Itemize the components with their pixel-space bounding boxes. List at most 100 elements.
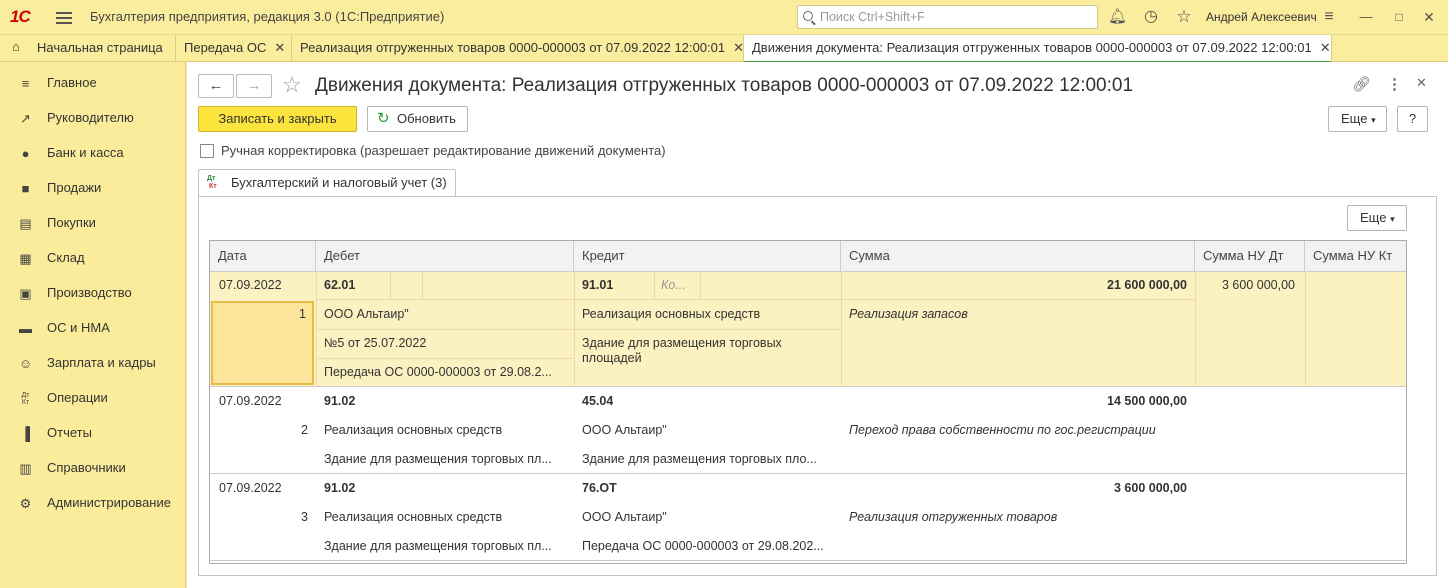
sidebar-item-label: Справочники xyxy=(47,460,126,475)
cell-sum: 21 600 000,00 xyxy=(1107,278,1187,292)
tab-label: Движения документа: Реализация отгруженн… xyxy=(752,40,1312,55)
sidebar-item-purchases[interactable]: ▤ Покупки xyxy=(0,207,186,242)
cell-debit-account: 91.02 xyxy=(324,394,356,408)
warehouse-icon: ▦ xyxy=(19,251,32,266)
favorite-star-icon[interactable]: ☆ xyxy=(282,72,302,98)
cell-line-number: 2 xyxy=(301,423,308,437)
more-button[interactable]: Еще ▾ xyxy=(1328,106,1387,132)
close-tab-icon[interactable]: ✕ xyxy=(733,40,744,55)
column-header-nu-kt[interactable]: Сумма НУ Кт xyxy=(1305,241,1406,272)
minimize-icon[interactable]: — xyxy=(1357,8,1375,26)
cell-debit-subconto: №5 от 25.07.2022 xyxy=(324,336,427,350)
trend-icon: ↗ xyxy=(20,111,31,126)
cell-debit-subconto: Здание для размещения торговых пл... xyxy=(324,539,552,553)
cell-credit-subconto: площадей xyxy=(582,351,642,365)
favorites-star-icon[interactable]: ☆ xyxy=(1175,8,1193,26)
link-icon[interactable]: 🔗︎ xyxy=(1352,75,1371,93)
tab-label: Начальная страница xyxy=(37,40,163,55)
user-name[interactable]: Андрей Алексеевич xyxy=(1206,10,1317,24)
save-and-close-button[interactable]: Записать и закрыть xyxy=(198,106,357,132)
cell-credit-subconto: ООО Альтаир" xyxy=(582,423,667,437)
sidebar-item-bank[interactable]: ● Банк и касса xyxy=(0,137,186,172)
cell-credit-subconto: Здание для размещения торговых пло... xyxy=(582,452,817,466)
back-button[interactable]: ← xyxy=(198,74,234,98)
cell-credit-subconto: Реализация основных средств xyxy=(582,307,761,321)
column-header-date[interactable]: Дата xyxy=(210,241,316,272)
close-form-icon[interactable]: ✕ xyxy=(1416,75,1427,91)
sidebar: ≡ Главное ↗ Руководителю ● Банк и касса ■ Пр… xyxy=(0,62,186,588)
sidebar-item-label: Склад xyxy=(47,250,85,265)
tab-document-movements[interactable]: Движения документа: Реализация отгруженн… xyxy=(744,35,1332,63)
sidebar-item-sales[interactable]: ■ Продажи xyxy=(0,172,186,207)
cell-credit-account: 91.01 xyxy=(582,278,614,292)
maximize-icon[interactable]: □ xyxy=(1390,8,1408,26)
cell-credit-subconto: Здание для размещения торговых xyxy=(582,336,782,350)
sidebar-item-label: Руководителю xyxy=(47,110,134,125)
tab-accounting-register[interactable]: Дт Кт Бухгалтерский и налоговый учет (3) xyxy=(198,169,456,197)
tab-label: Реализация отгруженных товаров 0000-0000… xyxy=(300,40,726,55)
sidebar-item-label: Отчеты xyxy=(47,425,92,440)
help-button[interactable]: ? xyxy=(1397,106,1428,132)
cart-icon: ▤ xyxy=(19,216,32,231)
sidebar-item-catalogs[interactable]: ▥ Справочники xyxy=(0,452,186,487)
refresh-icon: ↻ xyxy=(377,110,390,127)
cell-credit-subconto: ООО Альтаир" xyxy=(582,510,667,524)
history-icon[interactable]: ◷ xyxy=(1142,8,1160,26)
sidebar-item-label: Зарплата и кадры xyxy=(47,355,156,370)
tab-transfer-os[interactable]: Передача ОС ✕ xyxy=(176,35,292,62)
cell-date: 07.09.2022 xyxy=(219,481,282,495)
sidebar-item-fixed-assets[interactable]: ▬ ОС и НМА xyxy=(0,312,186,347)
sidebar-item-administration[interactable]: ⚙ Администрирование xyxy=(0,487,186,522)
cell-date: 07.09.2022 xyxy=(219,394,282,408)
close-tab-icon[interactable]: ✕ xyxy=(274,40,285,55)
search-input[interactable]: Поиск Ctrl+Shift+F xyxy=(797,5,1098,29)
sidebar-item-label: Главное xyxy=(47,75,97,90)
forward-button[interactable]: → xyxy=(236,74,272,98)
close-window-icon[interactable]: ✕ xyxy=(1420,8,1438,26)
person-icon: ☺ xyxy=(18,356,33,371)
settings-menu-icon[interactable]: ≡ xyxy=(1320,8,1338,26)
sidebar-item-production[interactable]: ▣ Производство xyxy=(0,277,186,312)
column-header-debit[interactable]: Дебет xyxy=(316,241,574,272)
tab-sale-document[interactable]: Реализация отгруженных товаров 0000-0000… xyxy=(292,35,744,62)
book-icon: ▥ xyxy=(19,461,32,476)
cell-debit-account: 91.02 xyxy=(324,481,356,495)
sidebar-item-label: Операции xyxy=(47,390,108,405)
sidebar-item-label: Банк и касса xyxy=(47,145,124,160)
bell-icon[interactable]: 🔔︎ xyxy=(1108,8,1127,26)
search-icon xyxy=(803,11,813,21)
column-header-credit[interactable]: Кредит xyxy=(574,241,841,272)
search-placeholder: Поиск Ctrl+Shift+F xyxy=(820,10,925,24)
sidebar-item-label: Производство xyxy=(47,285,132,300)
sidebar-item-main[interactable]: ≡ Главное xyxy=(0,67,186,102)
tab-label: Передача ОС xyxy=(184,40,267,55)
sidebar-item-warehouse[interactable]: ▦ Склад xyxy=(0,242,186,277)
cell-debit-subconto: Реализация основных средств xyxy=(324,510,503,524)
tab-home[interactable]: ⌂ Начальная страница xyxy=(0,35,176,62)
refresh-button[interactable]: ↻ Обновить xyxy=(367,106,468,132)
sidebar-item-manager[interactable]: ↗ Руководителю xyxy=(0,102,186,137)
sidebar-item-label: Администрирование xyxy=(47,495,171,510)
column-header-sum[interactable]: Сумма xyxy=(841,241,1195,272)
home-icon: ⌂ xyxy=(12,39,20,54)
main-menu-icon[interactable] xyxy=(56,9,72,25)
manual-edit-checkbox[interactable] xyxy=(200,144,214,158)
sidebar-item-operations[interactable]: Дт Кт Операции xyxy=(0,382,186,417)
sidebar-item-reports[interactable]: ▐ Отчеты xyxy=(0,417,186,452)
sidebar-item-payroll[interactable]: ☺ Зарплата и кадры xyxy=(0,347,186,382)
shopping-bag-icon: ■ xyxy=(21,181,30,196)
movements-table[interactable]: Дата Дебет Кредит Сумма Сумма НУ Дт Сумм… xyxy=(209,240,1407,564)
cell-debit-subconto: Здание для размещения торговых пл... xyxy=(324,452,552,466)
more-vert-icon[interactable]: ⋮ xyxy=(1387,75,1402,93)
close-tab-icon[interactable]: ✕ xyxy=(1320,40,1331,55)
cell-nu-dt: 3 600 000,00 xyxy=(1222,278,1295,292)
grid-more-button[interactable]: Еще ▾ xyxy=(1347,205,1407,231)
cell-debit-subconto: Реализация основных средств xyxy=(324,423,503,437)
document-form: ← → ☆ Движения документа: Реализация отг… xyxy=(187,62,1448,588)
cell-line-number: 1 xyxy=(299,307,306,321)
cell-content: Реализация отгруженных товаров xyxy=(849,510,1058,524)
sidebar-item-label: ОС и НМА xyxy=(47,320,110,335)
column-header-nu-dt[interactable]: Сумма НУ Дт xyxy=(1195,241,1305,272)
1c-logo: 1С xyxy=(10,7,31,26)
open-windows-bar: ⌂ Начальная страница Передача ОС ✕ Реализ… xyxy=(0,34,1448,63)
